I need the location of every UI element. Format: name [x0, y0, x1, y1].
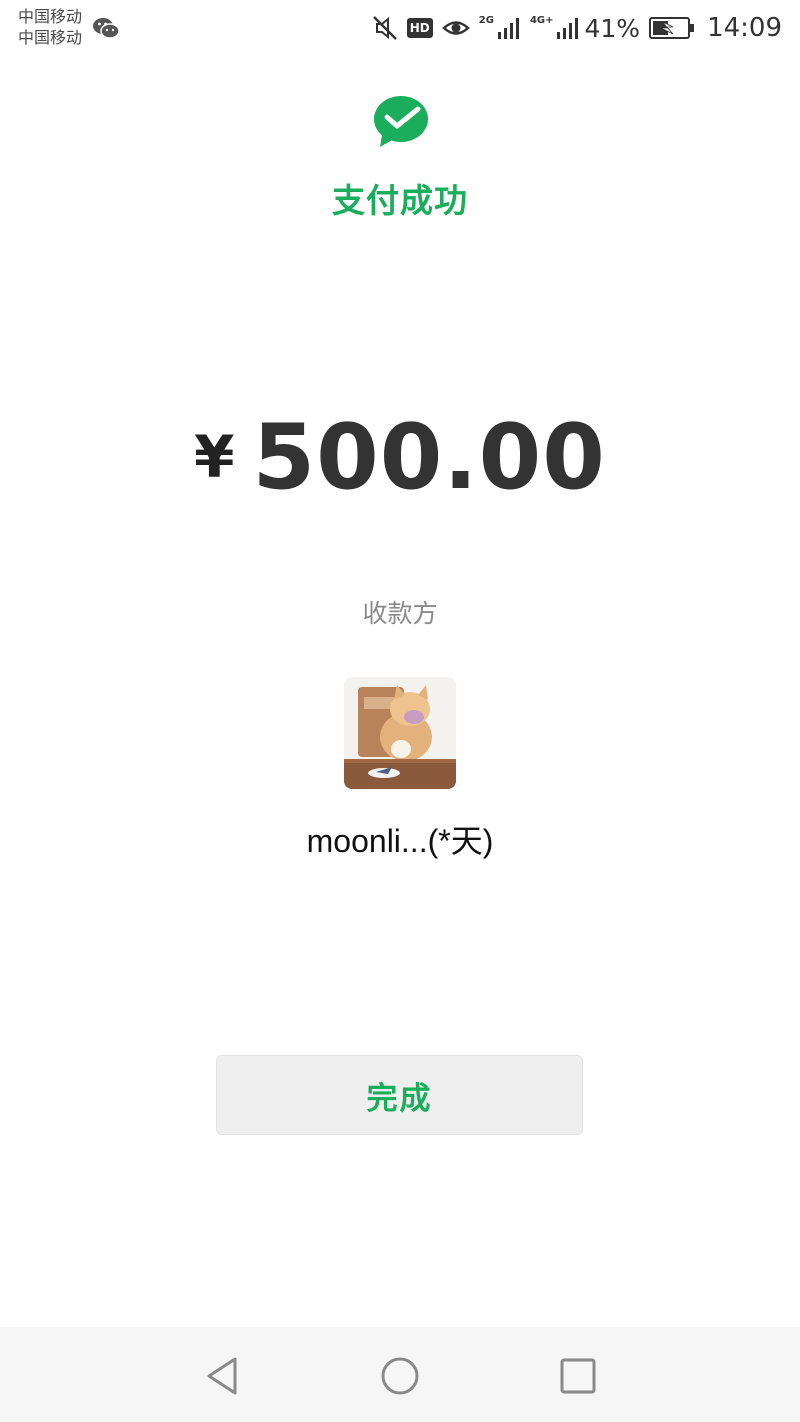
signal-icon [497, 18, 519, 39]
carrier-info: 中国移动 中国移动 [18, 6, 82, 48]
currency-symbol: ¥ [194, 423, 235, 491]
recent-apps-icon [560, 1358, 596, 1394]
amount-value: 500.00 [252, 405, 606, 510]
network-type-2: 4G+ [529, 14, 554, 26]
system-nav-bar [0, 1327, 800, 1422]
network-type-1: 2G [478, 14, 494, 26]
wechat-icon [93, 18, 120, 39]
battery-percent: 41% [584, 13, 641, 43]
payment-success-title: 支付成功 [332, 181, 468, 220]
home-button[interactable] [380, 1356, 420, 1396]
hd-badge: HD [406, 18, 433, 38]
payee-avatar [344, 677, 456, 789]
clock: 14:09 [707, 13, 782, 43]
payee-label: 收款方 [362, 599, 438, 628]
home-icon [381, 1357, 419, 1395]
signal-icon [557, 18, 579, 39]
mute-icon [372, 16, 397, 40]
back-button[interactable] [203, 1356, 243, 1396]
done-button[interactable]: 完成 [216, 1055, 583, 1135]
status-indicators: HD 2G 4G+ 41% 14:09 [363, 8, 782, 48]
recent-apps-button[interactable] [558, 1356, 598, 1396]
battery-icon [649, 17, 695, 39]
carrier-2: 中国移动 [18, 28, 83, 47]
status-bar: 中国移动 中国移动 HD 2G 4G+ 41% 14:09 [0, 0, 800, 56]
amount-display: ¥500.00 [0, 405, 800, 510]
payee-name: moonli...(*天) [306, 823, 494, 859]
wechat-pay-icon [374, 96, 428, 147]
carrier-1: 中国移动 [18, 7, 83, 26]
back-icon [207, 1357, 237, 1395]
eye-comfort-icon [441, 21, 470, 35]
